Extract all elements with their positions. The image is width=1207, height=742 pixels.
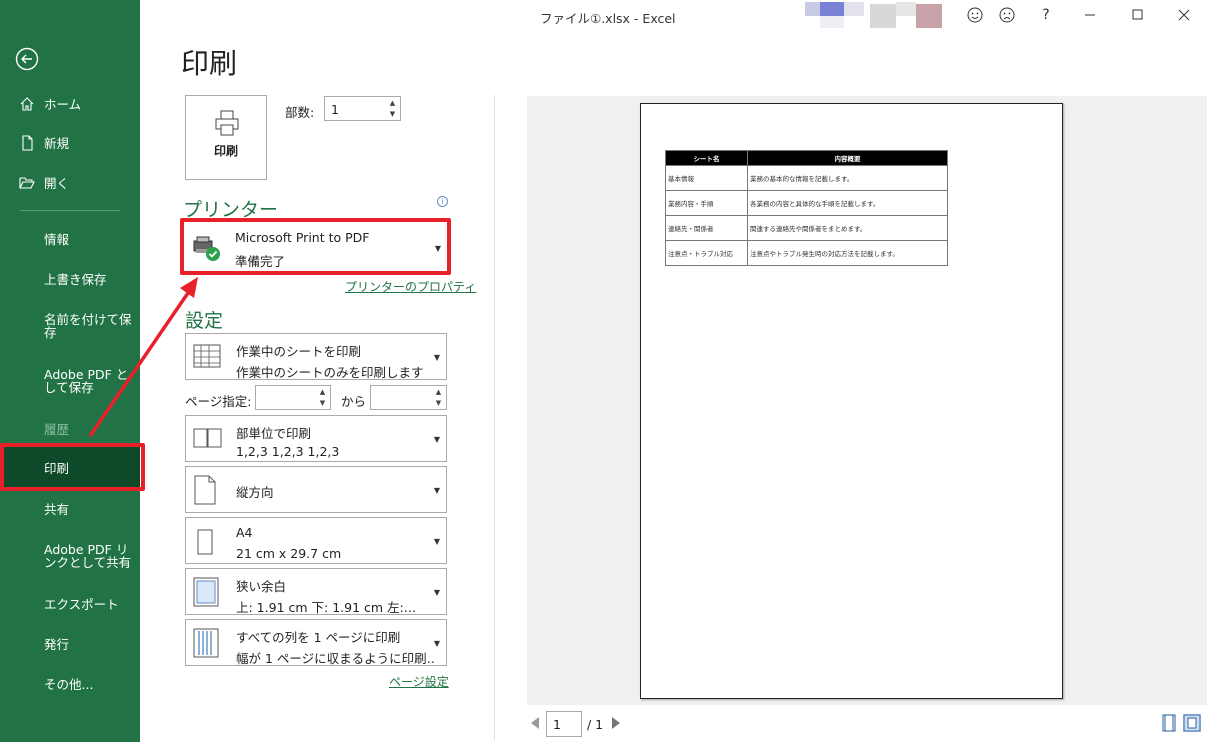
- window-title: ファイル①.xlsx - Excel: [540, 11, 676, 26]
- page-from-up-icon[interactable]: ▲: [318, 388, 327, 397]
- chevron-down-icon: ▼: [433, 588, 440, 597]
- portrait-page-icon: [194, 475, 216, 505]
- title-bar: ファイル①.xlsx - Excel ?: [140, 0, 1207, 32]
- preview-page: シート名 内容概要 基本情報 業務の基本的な情報を記載します。 業務内容・手順 …: [640, 103, 1063, 699]
- page-to-down-icon[interactable]: ▼: [434, 399, 443, 408]
- table-header: シート名: [665, 150, 748, 166]
- orientation-dropdown[interactable]: 縦方向 ▼: [185, 466, 447, 513]
- paper-size-dropdown[interactable]: A4 21 cm x 29.7 cm ▼: [185, 517, 447, 564]
- chevron-down-icon: ▼: [433, 353, 440, 362]
- page-from-stepper[interactable]: ▲ ▼: [255, 385, 331, 410]
- sidebar-item-save-as-adobe-pdf[interactable]: Adobe PDF として保存: [0, 366, 140, 396]
- copies-down-icon[interactable]: ▼: [388, 110, 397, 119]
- table-cell: 関連する連絡先や関係者をまとめます。: [747, 215, 948, 241]
- table-row: 注意点・トラブル対応 注意点やトラブル発生時の対応方法を記載します。: [665, 240, 948, 266]
- collate-dropdown[interactable]: 部単位で印刷 1,2,3 1,2,3 1,2,3 ▼: [185, 415, 447, 462]
- sidebar-item-history: 履歴: [44, 422, 70, 437]
- chevron-down-icon: ▼: [433, 435, 440, 444]
- table-cell: 基本情報: [665, 165, 748, 191]
- printer-properties-link[interactable]: プリンターのプロパティ: [345, 278, 476, 295]
- table-cell: 業務内容・手順: [665, 190, 748, 216]
- margins-icon: [193, 577, 219, 607]
- copies-up-icon[interactable]: ▲: [388, 99, 397, 108]
- sidebar-item-new[interactable]: 新規: [0, 135, 140, 151]
- margins-dropdown[interactable]: 狭い余白 上: 1.91 cm 下: 1.91 cm 左:… ▼: [185, 568, 447, 615]
- table-cell: 各業務の内容と具体的な手順を記載します。: [747, 190, 948, 216]
- sidebar-item-export[interactable]: エクスポート: [0, 596, 140, 612]
- sidebar-divider: [20, 210, 120, 211]
- info-icon[interactable]: i: [437, 196, 448, 207]
- sidebar-item-save[interactable]: 上書き保存: [0, 271, 140, 287]
- sidebar-item-share-adobe-pdf-link[interactable]: Adobe PDF リンクとして共有: [0, 541, 140, 571]
- copies-label: 部数:: [285, 105, 315, 120]
- table-row: 連絡先・関係者 関連する連絡先や関係者をまとめます。: [665, 215, 948, 241]
- printer-icon: [215, 110, 239, 136]
- back-arrow-icon[interactable]: [15, 47, 39, 71]
- print-scope-dropdown[interactable]: 作業中のシートを印刷 作業中のシートのみを印刷します ▼: [185, 333, 447, 380]
- sheet-grid-icon: [193, 344, 221, 368]
- close-icon[interactable]: [1178, 9, 1190, 21]
- maximize-icon[interactable]: [1132, 9, 1144, 21]
- minimize-icon[interactable]: [1084, 9, 1096, 21]
- new-file-icon: [22, 135, 33, 151]
- account-avatar[interactable]: [805, 0, 945, 30]
- paper-size-icon: [197, 529, 213, 555]
- page-setup-link[interactable]: ページ設定: [389, 673, 449, 690]
- copies-stepper[interactable]: 1 ▲ ▼: [324, 96, 401, 121]
- page-title: 印刷: [181, 47, 238, 80]
- sidebar-item-info[interactable]: 情報: [0, 231, 140, 247]
- preview-table: シート名 内容概要 基本情報 業務の基本的な情報を記載します。 業務内容・手順 …: [665, 150, 948, 266]
- sidebar-item-home[interactable]: ホーム: [0, 96, 140, 112]
- table-cell: 業務の基本的な情報を記載します。: [747, 165, 948, 191]
- scaling-dropdown[interactable]: すべての列を 1 ページに印刷 幅が 1 ページに収まるように印刷… ▼: [185, 619, 447, 666]
- page-range-to-label: から: [341, 394, 367, 409]
- print-button[interactable]: 印刷: [185, 95, 267, 180]
- next-page-icon[interactable]: [611, 716, 621, 730]
- folder-open-icon: [19, 177, 35, 189]
- sidebar-item-more[interactable]: その他...: [0, 676, 140, 692]
- chevron-down-icon: ▼: [433, 486, 440, 495]
- backstage-sidebar: ホーム 新規 開く 情報 上書き保存 名前を付けて保存 Adobe PDF とし…: [0, 0, 140, 742]
- smile-feedback-icon[interactable]: [967, 7, 983, 23]
- sidebar-item-publish[interactable]: 発行: [0, 636, 140, 652]
- settings-section-heading: 設定: [185, 310, 224, 332]
- help-button[interactable]: ?: [1035, 5, 1057, 25]
- zoom-to-page-icon[interactable]: [1183, 714, 1201, 732]
- page-number-input[interactable]: 1: [546, 711, 582, 737]
- table-row: 業務内容・手順 各業務の内容と具体的な手順を記載します。: [665, 190, 948, 216]
- collate-icon: [193, 428, 222, 448]
- page-to-up-icon[interactable]: ▲: [434, 388, 443, 397]
- chevron-down-icon: ▼: [433, 639, 440, 648]
- printer-highlight-box: [180, 218, 451, 275]
- pane-divider: [494, 95, 495, 740]
- table-row: 基本情報 業務の基本的な情報を記載します。: [665, 165, 948, 191]
- show-margins-icon[interactable]: [1160, 714, 1178, 732]
- print-highlight-box: [0, 443, 145, 491]
- sidebar-item-share[interactable]: 共有: [0, 501, 140, 517]
- home-icon: [20, 97, 34, 111]
- previous-page-icon[interactable]: [530, 716, 540, 730]
- page-total: / 1: [587, 717, 604, 732]
- fit-columns-icon: [193, 628, 219, 658]
- sidebar-item-save-as[interactable]: 名前を付けて保存: [0, 311, 140, 341]
- page-range-label: ページ指定:: [185, 394, 252, 409]
- page-to-stepper[interactable]: ▲ ▼: [370, 385, 447, 410]
- page-from-down-icon[interactable]: ▼: [318, 399, 327, 408]
- table-cell: 注意点やトラブル発生時の対応方法を記載します。: [747, 240, 948, 266]
- chevron-down-icon: ▼: [433, 537, 440, 546]
- table-header: 内容概要: [747, 150, 948, 166]
- sidebar-item-open[interactable]: 開く: [0, 175, 140, 191]
- table-cell: 注意点・トラブル対応: [665, 240, 748, 266]
- table-cell: 連絡先・関係者: [665, 215, 748, 241]
- frown-feedback-icon[interactable]: [999, 7, 1015, 23]
